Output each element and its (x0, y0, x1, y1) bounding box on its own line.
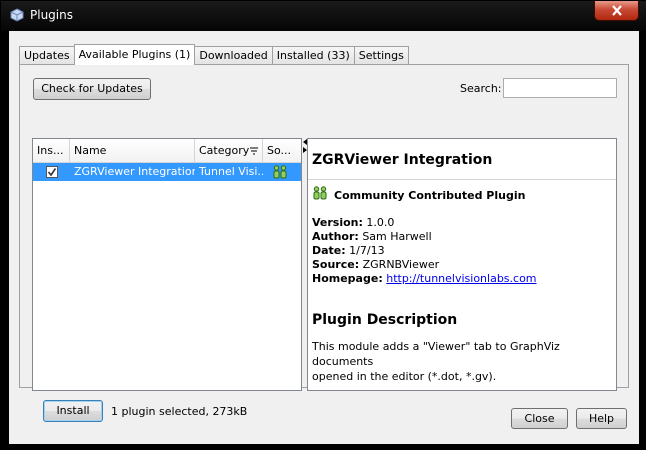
tab-updates[interactable]: Updates (19, 46, 75, 65)
source-line: Source: ZGRNBViewer (312, 258, 439, 271)
date-value: 1/7/13 (349, 244, 385, 257)
search-label: Search: (460, 82, 502, 95)
title-bar[interactable]: Plugins (1, 1, 646, 31)
tab-downloaded[interactable]: Downloaded (194, 46, 273, 65)
community-badge: Community Contributed Plugin (334, 189, 526, 202)
app-icon (10, 8, 24, 22)
homepage-label: Homepage: (312, 272, 383, 285)
selection-status: 1 plugin selected, 273kB (111, 405, 248, 418)
install-button[interactable]: Install (43, 400, 103, 422)
plugin-detail-pane: ZGRViewer Integration Community Contribu… (307, 138, 617, 391)
author-line: Author: Sam Harwell (312, 230, 432, 243)
help-button[interactable]: Help (576, 408, 627, 429)
detail-header: ZGRViewer Integration (308, 139, 616, 180)
version-value: 1.0.0 (366, 216, 395, 229)
author-value: Sam Harwell (362, 230, 432, 243)
install-cell (33, 163, 70, 181)
date-label: Date: (312, 244, 346, 257)
column-header-source[interactable]: So... (263, 139, 301, 163)
version-line: Version: 1.0.0 (312, 216, 394, 229)
sort-icon (250, 147, 258, 155)
plugins-table: Ins... Name Category So... ZGRViewer Int… (32, 138, 302, 391)
description-line: This module adds a "Viewer" tab to Graph… (312, 340, 560, 368)
description-title: Plugin Description (312, 312, 458, 328)
dialog-body: Updates Available Plugins (1) Downloaded… (9, 31, 639, 444)
description-text: This module adds a "Viewer" tab to Graph… (312, 339, 612, 384)
tab-settings[interactable]: Settings (353, 46, 409, 65)
author-label: Author: (312, 230, 359, 243)
tab-strip: Updates Available Plugins (1) Downloaded… (19, 44, 409, 65)
column-header-install[interactable]: Ins... (33, 139, 70, 163)
close-button[interactable]: Close (511, 408, 568, 429)
version-label: Version: (312, 216, 363, 229)
plugin-name-cell: ZGRViewer Integration (74, 165, 195, 178)
detail-title: ZGRViewer Integration (312, 152, 493, 168)
window-close-button[interactable] (594, 1, 639, 21)
check-icon (47, 168, 57, 177)
plugins-window: Plugins Updates Available Plugins (1) Do… (0, 0, 646, 450)
description-line: opened in the editor (*.dot, *.gv). (312, 370, 497, 383)
date-line: Date: 1/7/13 (312, 244, 385, 257)
available-plugins-panel: Check for Updates Search: Ins... Name Ca… (19, 64, 629, 422)
tab-available-plugins[interactable]: Available Plugins (1) (73, 44, 196, 65)
check-for-updates-button[interactable]: Check for Updates (33, 78, 151, 100)
table-row[interactable]: ZGRViewer Integration Tunnel Visi... (33, 163, 301, 181)
plugin-category-cell: Tunnel Visi... (199, 165, 263, 178)
homepage-line: Homepage: http://tunnelvisionlabs.com (312, 272, 537, 285)
community-icon (273, 165, 287, 179)
homepage-link[interactable]: http://tunnelvisionlabs.com (386, 272, 536, 285)
install-checkbox[interactable] (46, 166, 58, 178)
tab-installed[interactable]: Installed (33) (271, 46, 355, 65)
source-value: ZGRNBViewer (362, 258, 440, 271)
plugin-source-cell (263, 163, 301, 181)
source-label: Source: (312, 258, 360, 271)
search-input[interactable] (503, 78, 617, 98)
community-icon (313, 186, 327, 200)
column-header-name[interactable]: Name (70, 139, 195, 163)
close-icon (612, 5, 622, 16)
table-header: Ins... Name Category So... (33, 139, 301, 163)
category-header-label: Category (199, 144, 250, 157)
window-title: Plugins (30, 8, 73, 22)
